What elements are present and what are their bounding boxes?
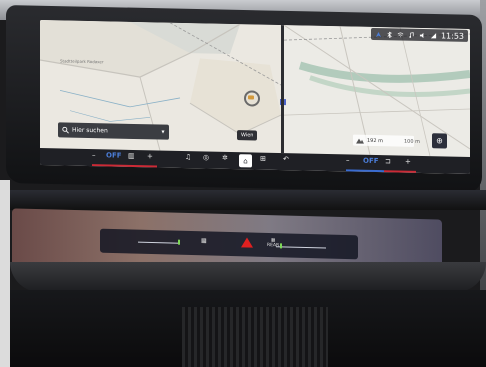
status-time: 11:53 [440,30,464,41]
left-temp-plus-button[interactable]: + [147,152,153,160]
compass-icon: ⊕ [436,136,443,146]
left-temp-status[interactable]: OFF [106,151,122,159]
right-temp-status[interactable]: OFF [363,157,379,165]
wifi-icon [397,32,404,37]
center-console-top [10,262,486,292]
left-temp-knob[interactable] [178,239,180,245]
right-temp-knob[interactable] [280,243,282,249]
apps-grid-icon[interactable]: ⊞ [260,155,266,163]
chevron-down-icon[interactable]: ▾ [157,128,169,136]
distance-label: 100 m [404,138,421,145]
hazard-icon[interactable] [241,237,253,248]
right-temp-slider[interactable] [276,246,326,249]
terrain-icon [356,138,364,144]
music-note-icon [409,31,414,38]
left-temp-minus-button[interactable]: – [92,151,96,159]
home-icon[interactable]: ⌂ [239,154,252,168]
media-music-icon[interactable]: ♫ [185,153,191,161]
split-divider[interactable] [281,25,284,154]
call-icon[interactable]: ↶ [283,155,289,163]
seat-heating-right-icon[interactable]: ⊐ [385,157,391,165]
signal-icon [430,32,437,38]
fan-icon[interactable]: ✲ [222,154,228,162]
car-position-marker [244,90,260,107]
search-icon [58,126,72,134]
compass-button[interactable]: ⊕ [432,133,447,149]
map-place-label: Stadtteilpark Rodaxer [60,58,104,65]
bluetooth-icon [387,31,392,38]
dash-trim [0,190,486,210]
right-temp-minus-button[interactable]: – [346,156,350,164]
map-search-field[interactable]: Hier suchen ▾ [58,122,169,140]
seat-heating-left-icon[interactable]: ▥ [128,152,135,160]
home-tooltip: Wien [237,130,258,141]
front-defrost-icon[interactable]: ▦ [201,237,207,244]
search-placeholder: Hier suchen [72,126,108,135]
right-temp-plus-button[interactable]: + [405,158,411,166]
scale-label: 192 m [367,137,384,144]
door-edge-left [0,180,10,367]
console-vent [182,307,328,367]
status-bar: 11:53 [370,27,468,42]
infotainment-screen: 11:53 Stadtteilpark Rodaxer Hier suchen … [40,20,470,175]
navigation-arrow-icon [375,31,382,37]
left-temp-slider[interactable] [138,241,180,244]
volume-icon [419,32,424,38]
phone-icon[interactable]: ◎ [203,153,209,161]
